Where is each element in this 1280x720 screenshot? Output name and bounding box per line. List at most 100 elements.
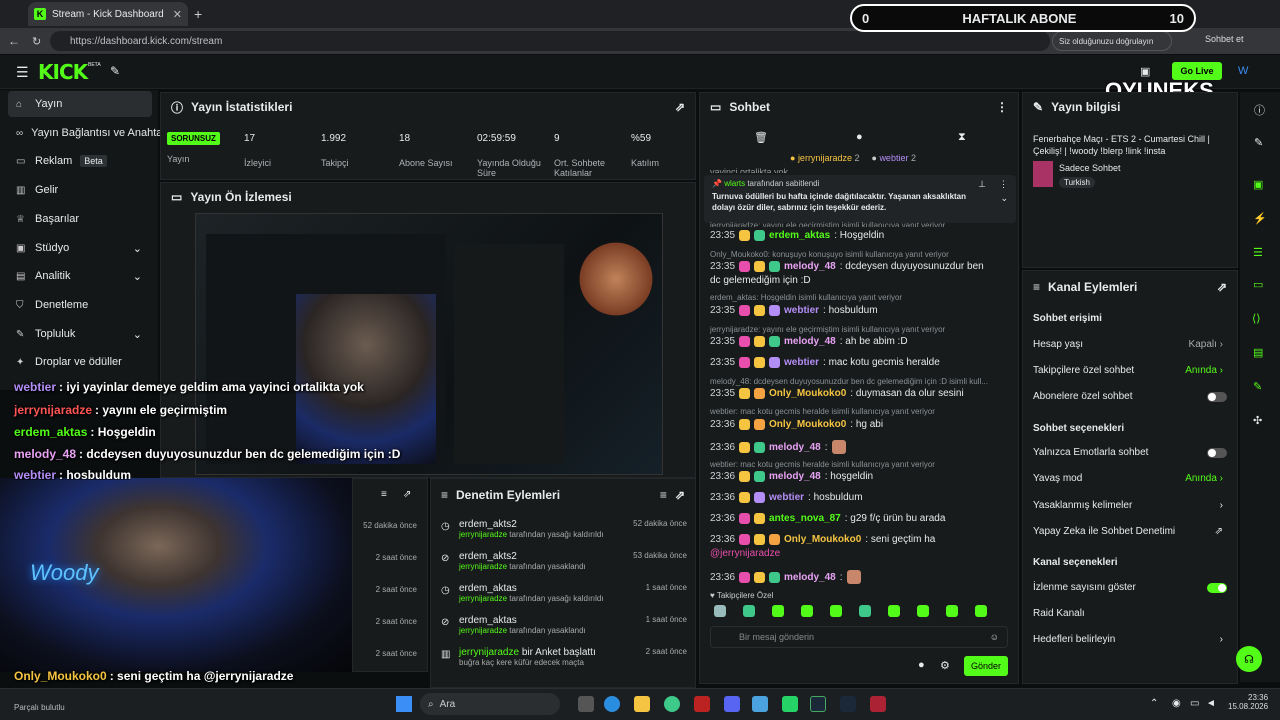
- emote-icon[interactable]: [830, 605, 842, 617]
- sidebar-item-moderation[interactable]: ⛉ Denetleme: [8, 292, 152, 318]
- sidebar-item-studio[interactable]: ▣ Stüdyo ⌄: [8, 235, 152, 261]
- emote-icon[interactable]: [743, 605, 755, 617]
- verify-identity-button[interactable]: Siz olduğunuzu doğrulayın: [1052, 31, 1172, 51]
- network-icon[interactable]: ▭: [1190, 698, 1199, 709]
- stream-preview-video[interactable]: [195, 213, 663, 475]
- emote-icon[interactable]: [772, 605, 784, 617]
- reload-icon[interactable]: ↻: [32, 35, 41, 48]
- store-icon[interactable]: ▣: [1140, 65, 1150, 78]
- hourglass-icon[interactable]: ⧗: [958, 131, 966, 144]
- discord-icon[interactable]: [724, 696, 740, 712]
- profile-button[interactable]: Sohbet et: [1205, 34, 1244, 44]
- fab-icon[interactable]: ☊: [1236, 646, 1262, 672]
- info-icon[interactable]: ⓘ: [1254, 102, 1265, 118]
- chat-message[interactable]: 23:35 melody_48: dcdeysen duyuyosunuzdur …: [710, 261, 984, 272]
- browser-tab[interactable]: K Stream - Kick Dashboard ✕: [28, 2, 188, 26]
- taskbar-search[interactable]: ⌕ Ara: [420, 693, 560, 715]
- chat-icon[interactable]: ▭: [1253, 278, 1263, 291]
- stream-tag[interactable]: Turkish: [1059, 177, 1095, 188]
- pin-icon[interactable]: ✎: [110, 64, 120, 78]
- edge-icon[interactable]: [604, 696, 620, 712]
- whatsapp-icon[interactable]: [782, 696, 798, 712]
- chat-bubble-icon[interactable]: ●: [918, 659, 925, 671]
- sidebar-item-stream-key[interactable]: ∞ Yayın Bağlantısı ve Anahtar: [8, 120, 166, 146]
- subscribers-chat-toggle[interactable]: [1207, 392, 1227, 402]
- chat-message[interactable]: 23:36 antes_nova_87: g29 f/ç ürün bu arad…: [710, 513, 945, 524]
- new-tab-icon[interactable]: +: [194, 6, 202, 22]
- show-viewers-toggle[interactable]: [1207, 583, 1227, 593]
- emote-icon[interactable]: [859, 605, 871, 617]
- message-username[interactable]: melody_48: [769, 442, 821, 453]
- menu-icon[interactable]: ☰: [16, 64, 29, 81]
- add-widget-icon[interactable]: ✣: [1253, 414, 1262, 427]
- message-username[interactable]: melody_48: [784, 572, 836, 583]
- trash-icon[interactable]: 🗑: [754, 131, 768, 144]
- message-username[interactable]: webtier: [784, 305, 819, 316]
- message-username[interactable]: melody_48: [769, 471, 821, 482]
- settings-icon[interactable]: ⚙: [940, 659, 950, 672]
- popout-icon[interactable]: ⇗: [675, 100, 685, 114]
- slow-mode-label[interactable]: Yavaş mod: [1033, 473, 1082, 484]
- sidebar-item-stream[interactable]: ⌂ Yayın: [8, 91, 152, 117]
- more-icon[interactable]: ⋮: [999, 179, 1008, 190]
- collapse-icon[interactable]: ⌄: [1000, 193, 1008, 204]
- message-username[interactable]: erdem_aktas: [769, 230, 830, 241]
- close-tab-icon[interactable]: ✕: [173, 8, 182, 21]
- emotes-only-toggle[interactable]: [1207, 448, 1227, 458]
- app-icon[interactable]: [694, 696, 710, 712]
- steam-icon[interactable]: [810, 696, 826, 712]
- sidebar-item-drops[interactable]: ✦ Droplar ve ödüller: [8, 349, 152, 375]
- kick-logo[interactable]: KICK: [38, 60, 88, 84]
- emote-icon[interactable]: [917, 605, 929, 617]
- stream-category[interactable]: Sadece Sohbet: [1059, 163, 1121, 173]
- chevron-right-icon[interactable]: ›: [1220, 500, 1223, 511]
- emote-icon[interactable]: [714, 605, 726, 617]
- chat-message[interactable]: 23:35 Only_Moukoko0: duymasan da olur ses…: [710, 388, 964, 399]
- message-username[interactable]: melody_48: [784, 261, 836, 272]
- chat-message[interactable]: 23:35 erdem_aktas: Hoşgeldin: [710, 230, 884, 241]
- emote-icon[interactable]: [801, 605, 813, 617]
- raid-label[interactable]: Raid Kanalı: [1033, 608, 1085, 619]
- volume-icon[interactable]: ◄: [1206, 698, 1216, 709]
- chat-message[interactable]: 23:36 webtier: hosbuldum: [710, 492, 863, 503]
- message-username[interactable]: webtier: [769, 492, 804, 503]
- sidebar-item-achievements[interactable]: ♕ Başarılar: [8, 206, 152, 232]
- chat-message[interactable]: 23:36 melody_48: hoşgeldin: [710, 471, 873, 482]
- sidebar-item-ads[interactable]: ▭ Reklam Beta: [8, 148, 152, 174]
- taskbar-clock[interactable]: 23:36 15.08.2026: [1228, 693, 1268, 711]
- task-view-icon[interactable]: [578, 696, 594, 712]
- mic-icon[interactable]: ◉: [1172, 698, 1181, 709]
- emote-icon[interactable]: [888, 605, 900, 617]
- list-icon[interactable]: ☰: [1253, 246, 1263, 259]
- message-username[interactable]: antes_nova_87: [769, 513, 841, 524]
- message-icon[interactable]: ●: [856, 131, 863, 143]
- edit-icon[interactable]: ✎: [1254, 136, 1263, 149]
- app-icon[interactable]: [664, 696, 680, 712]
- popout-icon[interactable]: ⇗: [1217, 280, 1227, 294]
- emoji-icon[interactable]: ☺: [990, 632, 999, 642]
- targets-label[interactable]: Hedefleri belirleyin: [1033, 634, 1115, 645]
- chevron-right-icon[interactable]: ›: [1220, 634, 1223, 645]
- grid-icon[interactable]: ▤: [1253, 346, 1263, 359]
- chat-message[interactable]: 23:36 melody_48:: [710, 440, 846, 454]
- emote-icon[interactable]: [975, 605, 987, 617]
- file-explorer-icon[interactable]: [634, 696, 650, 712]
- chat-message[interactable]: 23:35 melody_48: ah be abim :D: [710, 336, 908, 347]
- unpin-icon[interactable]: ⊥: [978, 179, 986, 190]
- app-icon[interactable]: [840, 696, 856, 712]
- sidebar-item-analytics[interactable]: ▤ Analitik ⌄: [8, 263, 152, 289]
- external-link-icon[interactable]: ⇗: [1215, 526, 1223, 537]
- sidebar-item-community[interactable]: ✎ Topluluk ⌄: [8, 321, 152, 347]
- back-icon[interactable]: ←: [8, 34, 20, 48]
- chat-message[interactable]: 23:36 Only_Moukoko0: hg abi: [710, 419, 883, 430]
- message-username[interactable]: melody_48: [784, 336, 836, 347]
- message-username[interactable]: Only_Moukoko0: [769, 419, 846, 430]
- send-button[interactable]: Gönder: [964, 656, 1008, 676]
- banned-words-label[interactable]: Yasaklanmış kelimeler: [1033, 500, 1132, 511]
- message-username[interactable]: Only_Moukoko0: [784, 534, 861, 545]
- chat-message[interactable]: 23:35 webtier: mac kotu gecmis heralde: [710, 357, 940, 368]
- account-age-label[interactable]: Hesap yaşı: [1033, 339, 1083, 350]
- slow-mode-value[interactable]: Anında ›: [1185, 473, 1223, 484]
- url-field[interactable]: https://dashboard.kick.com/stream: [50, 31, 1050, 51]
- wallet-icon[interactable]: W: [1238, 65, 1248, 77]
